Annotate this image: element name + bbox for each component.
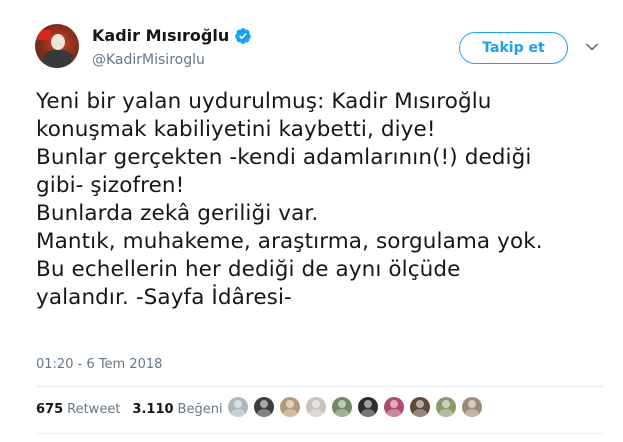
tweet-line: Bunlar gerçekten -kendi adamlarının(!) d… xyxy=(36,145,532,170)
tweet-text: Yeni bir yalan uydurulmuş: Kadir Mısıroğ… xyxy=(36,88,606,312)
liker-head-shape xyxy=(416,400,424,408)
liker-avatars xyxy=(228,397,488,417)
liker-head-shape xyxy=(234,400,242,408)
liker-head-shape xyxy=(260,400,268,408)
liker-body-shape xyxy=(361,409,375,417)
liker-head-shape xyxy=(390,400,398,408)
divider xyxy=(36,386,604,387)
avatar-body-shape xyxy=(43,50,73,68)
liker-head-shape xyxy=(286,400,294,408)
liker-head-shape xyxy=(442,400,450,408)
liker-body-shape xyxy=(465,409,479,417)
liker-head-shape xyxy=(364,400,372,408)
divider xyxy=(36,433,604,434)
avatar-icon[interactable] xyxy=(462,397,482,417)
tweet-line: Mantık, muhakeme, araştırma, sorgulama y… xyxy=(36,229,543,254)
avatar-icon[interactable] xyxy=(436,397,456,417)
avatar-head-shape xyxy=(51,34,65,50)
avatar-icon[interactable] xyxy=(332,397,352,417)
liker-head-shape xyxy=(338,400,346,408)
profile-avatar[interactable] xyxy=(35,24,79,68)
profile-name-row: Kadir Mısıroğlu xyxy=(92,26,252,45)
tweet-line: Bunlarda zekâ geriliği var. xyxy=(36,201,319,226)
liker-body-shape xyxy=(439,409,453,417)
like-label[interactable]: Beğeni xyxy=(178,402,223,417)
profile-handle[interactable]: @KadirMisiroglu xyxy=(92,52,205,68)
liker-body-shape xyxy=(309,409,323,417)
tweet-line: yalandır. -Sayfa İdâresi- xyxy=(36,285,292,310)
avatar-icon[interactable] xyxy=(358,397,378,417)
chevron-down-icon[interactable] xyxy=(585,40,599,54)
tweet-line: gibi- şizofren! xyxy=(36,173,185,198)
follow-button[interactable]: Takip et xyxy=(459,32,568,64)
liker-body-shape xyxy=(413,409,427,417)
tweet-line: Yeni bir yalan uydurulmuş: Kadir Mısıroğ… xyxy=(36,89,492,114)
retweet-count[interactable]: 675 xyxy=(36,402,63,417)
avatar-icon[interactable] xyxy=(410,397,430,417)
profile-name[interactable]: Kadir Mısıroğlu xyxy=(92,26,229,45)
flag-shape xyxy=(37,30,51,40)
like-count[interactable]: 3.110 xyxy=(132,402,173,417)
avatar-placeholder-icon[interactable] xyxy=(228,397,248,417)
liker-body-shape xyxy=(335,409,349,417)
verified-badge-icon xyxy=(235,27,252,44)
liker-body-shape xyxy=(231,409,245,417)
avatar-icon[interactable] xyxy=(254,397,274,417)
liker-body-shape xyxy=(283,409,297,417)
retweet-label[interactable]: Retweet xyxy=(67,402,120,417)
avatar-icon[interactable] xyxy=(306,397,326,417)
tweet-timestamp[interactable]: 01:20 - 6 Tem 2018 xyxy=(36,357,162,372)
avatar-icon[interactable] xyxy=(384,397,404,417)
tweet-line: konuşmak kabiliyetini kaybetti, diye! xyxy=(36,117,436,142)
avatar-icon[interactable] xyxy=(280,397,300,417)
tweet-stats: 675 Retweet 3.110 Beğeni xyxy=(36,398,240,420)
liker-head-shape xyxy=(312,400,320,408)
liker-head-shape xyxy=(468,400,476,408)
liker-body-shape xyxy=(387,409,401,417)
liker-body-shape xyxy=(257,409,271,417)
tweet-line: Bu echellerin her dediği de aynı ölçüde xyxy=(36,257,461,282)
